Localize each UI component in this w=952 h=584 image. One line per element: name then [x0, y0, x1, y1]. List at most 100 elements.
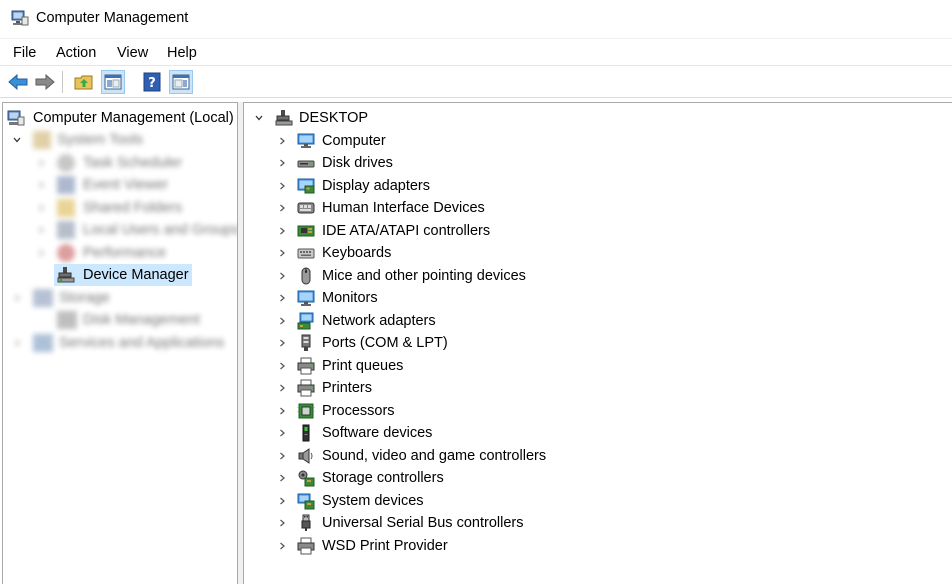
up-one-level-button[interactable] [72, 70, 96, 94]
monitor-icon [297, 290, 315, 306]
chevron-right-icon[interactable] [277, 271, 287, 281]
toolbar: ? [0, 66, 952, 98]
svg-text:?: ? [148, 76, 156, 91]
device-category-computer[interactable]: Computer [244, 130, 951, 152]
menu-help[interactable]: Help [167, 45, 197, 61]
device-category-display-adapters[interactable]: Display adapters [244, 175, 951, 197]
device-category-label: Display adapters [322, 177, 430, 194]
chevron-right-icon[interactable] [277, 203, 287, 213]
chevron-right-icon[interactable] [12, 293, 22, 303]
back-button[interactable] [6, 70, 30, 94]
wsd-printer-icon [297, 537, 315, 554]
device-category-system-devices[interactable]: System devices [244, 490, 951, 512]
device-category-label: IDE ATA/ATAPI controllers [322, 222, 491, 239]
device-category-label: Printers [322, 380, 372, 396]
tree-node-storage[interactable]: Storage [3, 287, 237, 309]
device-category-label: Disk drives [322, 155, 393, 171]
chevron-right-icon[interactable] [277, 293, 287, 303]
chevron-right-icon[interactable] [277, 518, 287, 528]
tree-label-root: Computer Management (Local) [33, 110, 234, 126]
tree-label-shared-folders: Shared Folders [83, 200, 183, 216]
chevron-right-icon[interactable] [277, 361, 287, 371]
device-category-printers[interactable]: Printers [244, 377, 951, 399]
device-category-label: Computer [322, 132, 386, 149]
device-category-storage-controllers[interactable]: Storage controllers [244, 467, 951, 489]
computer-management-icon [11, 10, 29, 26]
menu-file[interactable]: File [13, 45, 36, 61]
chevron-right-icon[interactable] [12, 338, 22, 348]
chevron-right-icon[interactable] [277, 451, 287, 461]
chevron-right-icon[interactable] [277, 406, 287, 416]
chevron-right-icon[interactable] [36, 225, 46, 235]
tree-node-disk-management[interactable]: Disk Management [3, 309, 237, 331]
chevron-right-icon[interactable] [36, 158, 46, 168]
tree-node-shared-folders[interactable]: Shared Folders [3, 197, 237, 219]
show-hide-action-pane-button[interactable] [169, 70, 193, 94]
device-category-print-queues[interactable]: Print queues [244, 355, 951, 377]
device-category-universal-serial-bus-controllers[interactable]: Universal Serial Bus controllers [244, 512, 951, 534]
tree-node-event-viewer[interactable]: Event Viewer [3, 174, 237, 196]
chevron-right-icon[interactable] [36, 248, 46, 258]
system-device-icon [297, 493, 315, 509]
device-category-software-devices[interactable]: Software devices [244, 422, 951, 444]
chevron-right-icon[interactable] [277, 338, 287, 348]
chevron-right-icon[interactable] [277, 473, 287, 483]
device-category-monitors[interactable]: Monitors [244, 287, 951, 309]
tree-label-disk-management: Disk Management [83, 312, 200, 328]
chevron-right-icon[interactable] [36, 180, 46, 190]
device-category-label: Processors [322, 402, 395, 419]
chevron-down-icon[interactable] [254, 113, 264, 123]
device-category-label: Monitors [322, 290, 378, 306]
device-category-human-interface-devices[interactable]: Human Interface Devices [244, 197, 951, 219]
device-category-network-adapters[interactable]: Network adapters [244, 310, 951, 332]
chevron-right-icon[interactable] [36, 203, 46, 213]
device-category-keyboards[interactable]: Keyboards [244, 242, 951, 264]
help-button[interactable]: ? [140, 70, 164, 94]
console-tree[interactable]: Computer Management (Local) System Tools… [2, 102, 238, 584]
tree-label-task-scheduler: Task Scheduler [83, 155, 183, 171]
tree-label-services: Services and Applications [59, 335, 225, 351]
device-tree[interactable]: DESKTOP Computer Disk drives Display adapt… [243, 102, 952, 584]
chevron-right-icon[interactable] [277, 248, 287, 258]
chevron-right-icon[interactable] [277, 428, 287, 438]
chevron-right-icon[interactable] [277, 383, 287, 393]
tree-node-local-users[interactable]: Local Users and Groups [3, 219, 237, 241]
chevron-right-icon[interactable] [277, 136, 287, 146]
device-category-label: Mice and other pointing devices [322, 267, 526, 284]
chevron-right-icon[interactable] [277, 226, 287, 236]
device-category-ports-com-lpt[interactable]: Ports (COM & LPT) [244, 332, 951, 354]
display-adapter-icon [297, 178, 315, 193]
chevron-down-icon[interactable] [12, 135, 22, 145]
device-category-sound-video-and-game-controllers[interactable]: Sound, video and game controllers [244, 445, 951, 467]
device-category-ide-ata-atapi-controllers[interactable]: IDE ATA/ATAPI controllers [244, 220, 951, 242]
mouse-icon [301, 267, 311, 284]
chevron-right-icon[interactable] [277, 316, 287, 326]
device-category-label: WSD Print Provider [322, 537, 448, 554]
tree-node-computer-management[interactable]: Computer Management (Local) [3, 107, 237, 129]
tree-node-system-tools[interactable]: System Tools [3, 129, 237, 151]
device-tree-root[interactable]: DESKTOP [244, 107, 951, 129]
disk-management-icon [57, 311, 77, 329]
device-category-wsd-print-provider[interactable]: WSD Print Provider [244, 535, 951, 557]
show-hide-console-tree-button[interactable] [101, 70, 125, 94]
network-adapter-icon [297, 312, 314, 329]
forward-button[interactable] [33, 70, 57, 94]
device-category-disk-drives[interactable]: Disk drives [244, 152, 951, 174]
tree-node-device-manager[interactable]: Device Manager [54, 264, 192, 286]
desktop-icon [275, 110, 293, 126]
storage-icon [33, 289, 53, 307]
device-category-processors[interactable]: Processors [244, 400, 951, 422]
tree-node-performance[interactable]: Performance [3, 242, 237, 264]
menu-view[interactable]: View [117, 45, 148, 61]
forward-icon [35, 74, 55, 90]
chevron-right-icon[interactable] [277, 158, 287, 168]
chevron-right-icon[interactable] [277, 541, 287, 551]
usb-icon [301, 514, 311, 531]
menu-action[interactable]: Action [56, 45, 96, 61]
device-category-mice-and-other-pointing-devices[interactable]: Mice and other pointing devices [244, 265, 951, 287]
tree-node-services-and-applications[interactable]: Services and Applications [3, 332, 237, 354]
event-viewer-icon [57, 176, 75, 194]
tree-node-task-scheduler[interactable]: Task Scheduler [3, 152, 237, 174]
chevron-right-icon[interactable] [277, 181, 287, 191]
chevron-right-icon[interactable] [277, 496, 287, 506]
